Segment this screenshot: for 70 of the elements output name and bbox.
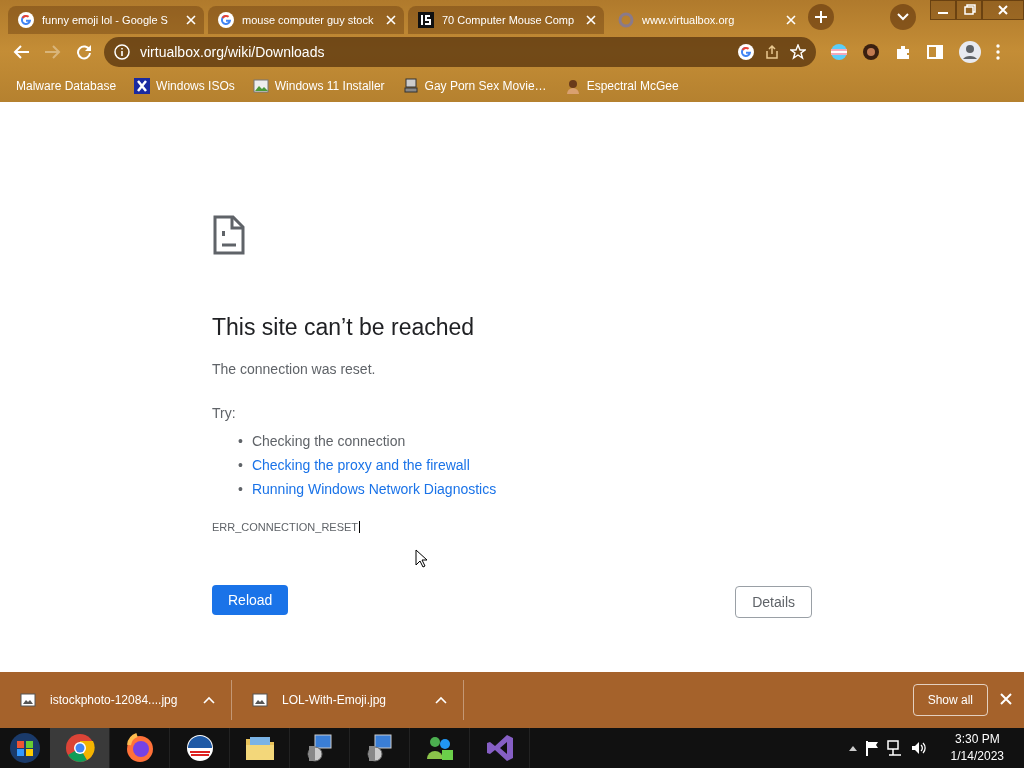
volume-icon[interactable] <box>910 740 927 756</box>
plus-icon <box>814 10 828 24</box>
browser-tab[interactable]: www.virtualbox.org <box>608 6 804 34</box>
close-icon[interactable] <box>982 0 1024 20</box>
back-icon[interactable] <box>12 44 30 60</box>
bookmark[interactable]: Windows ISOs <box>134 78 235 94</box>
browser-tab[interactable]: mouse computer guy stock <box>208 6 404 34</box>
menu-icon[interactable] <box>996 44 1000 60</box>
network-icon[interactable] <box>886 740 903 756</box>
details-button[interactable]: Details <box>735 586 812 618</box>
profile-icon[interactable] <box>958 40 982 64</box>
taskbar-button[interactable] <box>50 728 110 768</box>
google-icon <box>738 44 754 60</box>
address-bar[interactable]: virtualbox.org/wiki/Downloads <box>104 37 816 67</box>
error-message: The connection was reset. <box>212 361 376 377</box>
bookmark[interactable]: Windows 11 Installer <box>252 78 385 94</box>
reload-button[interactable]: Reload <box>212 585 289 615</box>
cursor-icon <box>415 549 427 568</box>
download-item[interactable]: LOL-With-Emoji.jpg <box>232 680 464 720</box>
bookmark[interactable]: Espectral McGee <box>564 78 679 94</box>
suggestion-text: Checking the connection <box>251 432 406 451</box>
tab-search-button[interactable] <box>890 4 916 30</box>
spinner-icon <box>618 12 634 28</box>
flag-icon[interactable] <box>864 740 879 756</box>
bookmark[interactable]: Malware Database <box>16 79 117 93</box>
info-icon <box>114 44 130 60</box>
share-icon[interactable] <box>764 44 780 60</box>
image-file-icon <box>252 693 268 707</box>
caret-up-icon[interactable] <box>848 745 857 751</box>
google-icon <box>18 12 34 28</box>
suggestion-link[interactable]: Checking the proxy and the firewall <box>251 453 470 477</box>
reload-icon[interactable] <box>76 44 92 60</box>
date-text: 1/14/2023 <box>950 748 1004 765</box>
browser-tab[interactable]: 70 Computer Mouse Comp <box>408 6 604 34</box>
visual-studio-icon[interactable] <box>484 733 515 763</box>
new-tab-button[interactable] <box>808 4 834 30</box>
suggestion-link[interactable]: Running Windows Network Diagnostics <box>251 477 497 501</box>
minimize-icon[interactable] <box>930 0 956 20</box>
bullet: • <box>238 456 243 475</box>
circle-logo-icon[interactable] <box>184 733 215 763</box>
error-code: ERR_CONNECTION_RESET <box>212 521 361 533</box>
image-icon <box>252 78 269 94</box>
restore-icon[interactable] <box>956 0 982 20</box>
image-file-icon <box>20 693 36 707</box>
istock-icon <box>418 12 434 28</box>
installer-icon[interactable] <box>364 733 395 763</box>
star-icon[interactable] <box>790 44 806 60</box>
installer-icon[interactable] <box>304 733 335 763</box>
avatar-icon <box>564 78 581 94</box>
firefox-icon[interactable] <box>124 733 155 763</box>
computer-icon <box>402 78 419 94</box>
download-item[interactable]: istockphoto-12084....jpg <box>0 680 232 720</box>
chevron-down-icon <box>897 13 909 21</box>
bullet: • <box>238 480 243 499</box>
sad-page-icon <box>212 214 246 256</box>
google-icon <box>218 12 234 28</box>
chrome-icon[interactable] <box>64 733 95 763</box>
start-orb-icon[interactable] <box>9 732 41 764</box>
sidebar-icon[interactable] <box>926 43 944 61</box>
show-all-button[interactable]: Show all <box>912 684 988 716</box>
bullet: • <box>238 432 243 451</box>
bookmark[interactable]: Gay Porn Sex Movie… <box>402 78 547 94</box>
avatar-icon[interactable] <box>862 43 880 61</box>
browser-tab[interactable]: funny emoji lol - Google S <box>8 6 204 34</box>
error-title: This site can’t be reached <box>212 314 475 341</box>
clock[interactable]: 3:30 PM 1/14/2023 <box>950 731 1004 765</box>
time-text: 3:30 PM <box>954 731 1000 748</box>
x-logo-icon <box>134 78 151 94</box>
puzzle-icon[interactable] <box>894 43 912 61</box>
try-label: Try: <box>212 405 236 421</box>
